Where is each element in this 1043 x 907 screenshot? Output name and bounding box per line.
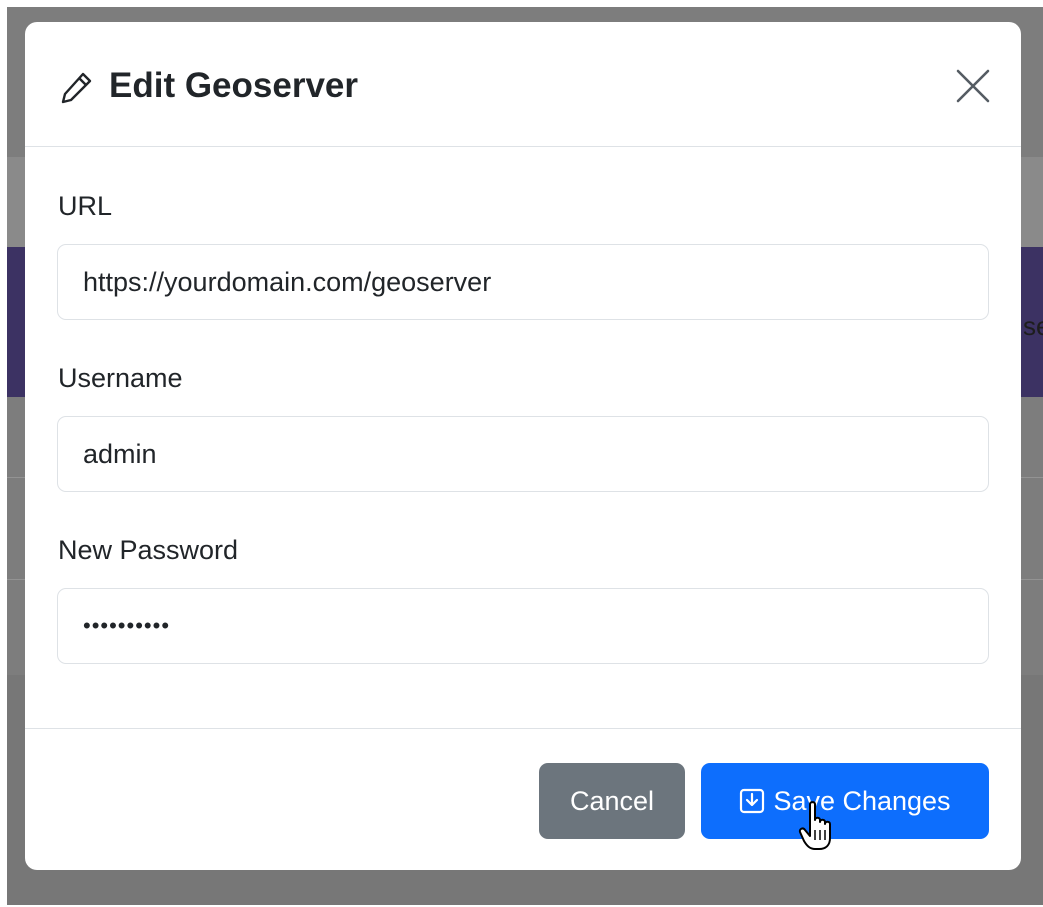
username-input[interactable] — [57, 416, 989, 492]
background-partial-text: se — [1023, 311, 1043, 341]
url-label: URL — [58, 191, 113, 221]
pencil-icon — [59, 69, 95, 105]
download-box-icon — [739, 788, 765, 814]
modal-footer: Cancel Save Changes — [25, 728, 1021, 870]
edit-geoserver-modal: Edit Geoserver URL Username New Password… — [25, 22, 1021, 870]
close-icon — [953, 69, 993, 110]
username-label: Username — [58, 363, 183, 393]
hand-pointer-cursor-icon — [798, 800, 838, 852]
close-button[interactable] — [953, 66, 993, 106]
cancel-button[interactable]: Cancel — [539, 763, 685, 839]
modal-header: Edit Geoserver — [25, 22, 1021, 147]
modal-title: Edit Geoserver — [109, 66, 358, 105]
url-input[interactable] — [57, 244, 989, 320]
save-changes-button[interactable]: Save Changes — [701, 763, 989, 839]
new-password-input[interactable] — [57, 588, 989, 664]
new-password-label: New Password — [58, 535, 239, 565]
